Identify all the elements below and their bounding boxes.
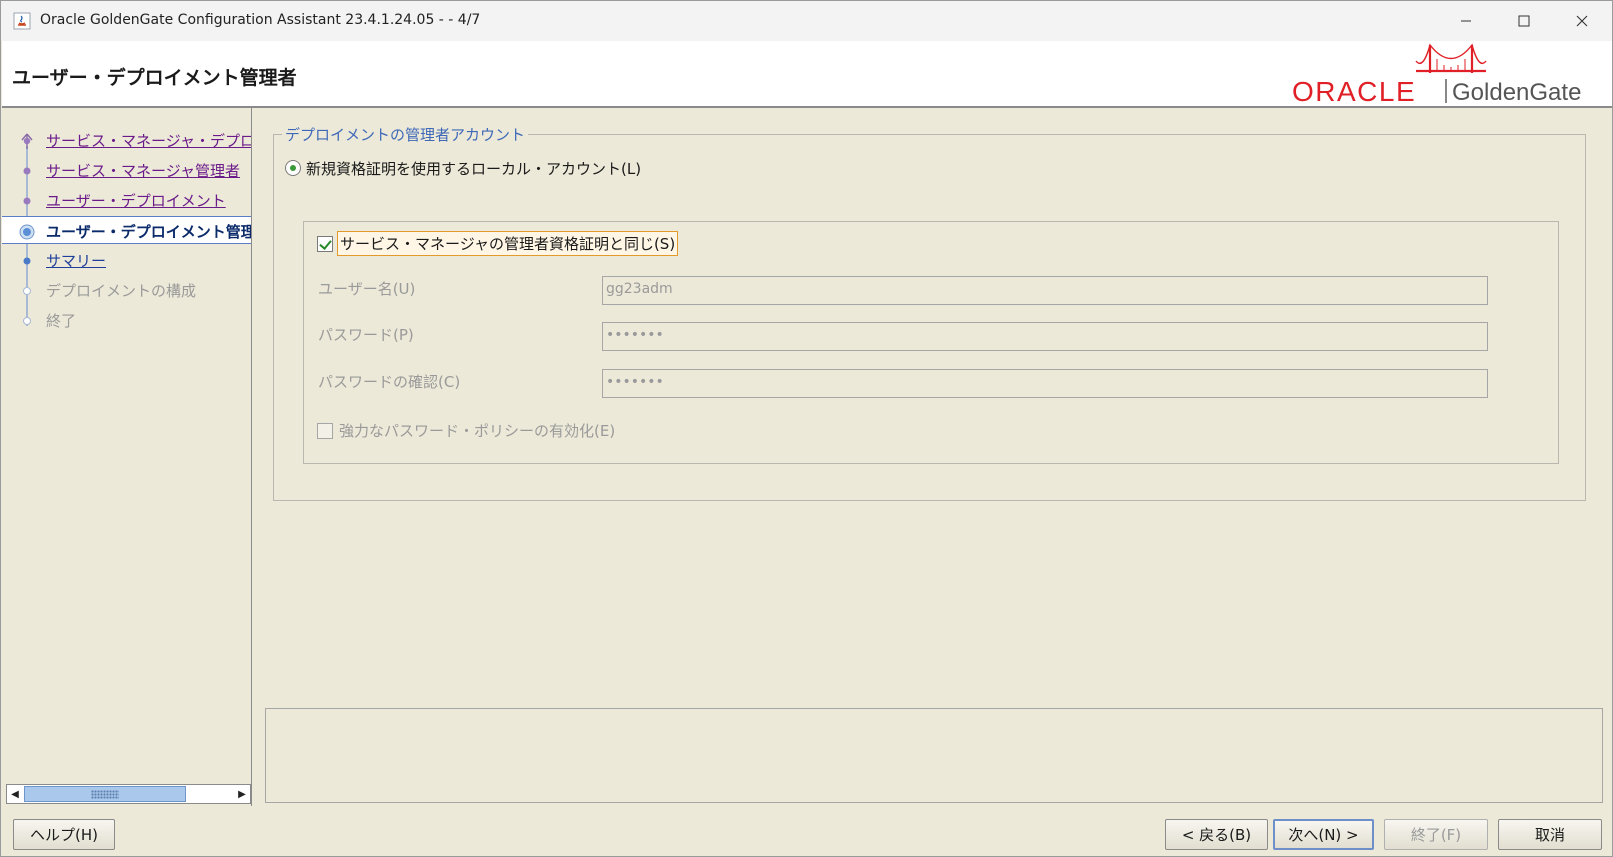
nav-step-deployment-config: デプロイメントの構成 <box>2 276 251 304</box>
strong-policy-checkbox[interactable] <box>317 422 333 439</box>
cancel-button[interactable]: 取消 <box>1498 819 1602 850</box>
credentials-panel: サービス・マネージャの管理者資格証明と同じ(S) ユーザー名(U) gg23ad… <box>303 221 1559 464</box>
finish-button[interactable]: 終了(F) <box>1384 819 1488 850</box>
same-as-sm-option[interactable]: サービス・マネージャの管理者資格証明と同じ(S) <box>317 231 679 256</box>
nav-step-summary[interactable]: サマリー <box>2 246 251 274</box>
visited-step-icon <box>21 133 33 149</box>
visited-step-icon <box>23 197 31 205</box>
oracle-goldengate-logo: ORACLE GoldenGate <box>1292 43 1581 107</box>
current-step-icon <box>19 224 35 240</box>
same-as-sm-checkbox[interactable] <box>317 235 333 252</box>
close-window-button[interactable] <box>1553 1 1611 41</box>
pending-step-icon <box>23 317 31 325</box>
wizard-step-nav: サービス・マネージャ・デプロイメント サービス・マネージャ管理者 ユーザー・デプ… <box>2 108 252 806</box>
same-as-sm-label[interactable]: サービス・マネージャの管理者資格証明と同じ(S) <box>337 231 679 256</box>
password-label: パスワード(P) <box>318 326 414 344</box>
nav-step-user-deployment[interactable]: ユーザー・デプロイメント <box>2 186 251 214</box>
nav-step-label: ユーザー・デプロイメント管理者 <box>46 223 252 241</box>
scroll-left-icon[interactable]: ◀ <box>7 785 23 803</box>
page-header: ユーザー・デプロイメント管理者 ORACLE GoldenGate <box>2 41 1612 108</box>
minimize-icon <box>1461 20 1471 22</box>
main-content: デプロイメントの管理者アカウント 新規資格証明を使用するローカル・アカウント(L… <box>253 108 1612 808</box>
nav-step-service-manager-admin[interactable]: サービス・マネージャ管理者 <box>2 156 251 184</box>
maximize-button[interactable] <box>1495 1 1553 41</box>
nav-step-label: サービス・マネージャ・デプロイメント <box>46 132 251 150</box>
confirm-password-label: パスワードの確認(C) <box>318 373 461 391</box>
username-field[interactable]: gg23adm <box>602 276 1488 305</box>
bridge-icon <box>1415 43 1487 73</box>
local-account-radio-label[interactable]: 新規資格証明を使用するローカル・アカウント(L) <box>306 158 641 179</box>
next-step-icon <box>23 257 31 265</box>
nav-step-label: ユーザー・デプロイメント <box>46 192 226 210</box>
strong-policy-option[interactable]: 強力なパスワード・ポリシーの有効化(E) <box>317 419 617 442</box>
minimize-button[interactable] <box>1437 1 1495 41</box>
back-button[interactable]: < 戻る(B) <box>1165 819 1268 850</box>
close-icon <box>1576 15 1588 27</box>
app-window: Oracle GoldenGate Configuration Assistan… <box>0 0 1613 857</box>
nav-step-label: サービス・マネージャ管理者 <box>46 162 240 180</box>
title-bar: Oracle GoldenGate Configuration Assistan… <box>1 1 1612 41</box>
group-title: デプロイメントの管理者アカウント <box>282 124 529 145</box>
username-label: ユーザー名(U) <box>318 280 416 298</box>
window-title: Oracle GoldenGate Configuration Assistan… <box>40 12 481 28</box>
nav-step-label: サマリー <box>46 252 107 270</box>
admin-account-group: デプロイメントの管理者アカウント 新規資格証明を使用するローカル・アカウント(L… <box>273 124 1586 501</box>
help-button[interactable]: ヘルプ(H) <box>13 819 115 850</box>
local-account-radio[interactable] <box>285 160 301 176</box>
confirm-password-field[interactable]: ••••••• <box>602 369 1488 398</box>
nav-step-label: 終了 <box>46 312 77 330</box>
page-title: ユーザー・デプロイメント管理者 <box>12 67 297 89</box>
next-button[interactable]: 次へ(N) > <box>1273 819 1374 850</box>
nav-horizontal-scrollbar[interactable]: ◀ ▶ <box>6 784 251 804</box>
local-account-radio-option[interactable]: 新規資格証明を使用するローカル・アカウント(L) <box>285 157 641 179</box>
goldengate-wordmark: GoldenGate <box>1452 79 1581 106</box>
scrollbar-thumb[interactable] <box>24 786 186 802</box>
pending-step-icon <box>23 287 31 295</box>
visited-step-icon <box>23 167 31 175</box>
strong-policy-label[interactable]: 強力なパスワード・ポリシーの有効化(E) <box>337 419 617 442</box>
oracle-wordmark: ORACLE <box>1292 76 1416 107</box>
nav-step-label: デプロイメントの構成 <box>46 282 197 300</box>
password-field[interactable]: ••••••• <box>602 322 1488 351</box>
scroll-right-icon[interactable]: ▶ <box>234 785 250 803</box>
maximize-icon <box>1518 15 1530 27</box>
nav-step-finish: 終了 <box>2 306 251 334</box>
message-area <box>265 708 1603 803</box>
java-app-icon <box>13 12 31 30</box>
grip-icon <box>91 790 119 799</box>
nav-step-service-manager-deployment[interactable]: サービス・マネージャ・デプロイメント <box>2 126 251 154</box>
nav-step-user-deployment-admin[interactable]: ユーザー・デプロイメント管理者 <box>2 216 252 244</box>
